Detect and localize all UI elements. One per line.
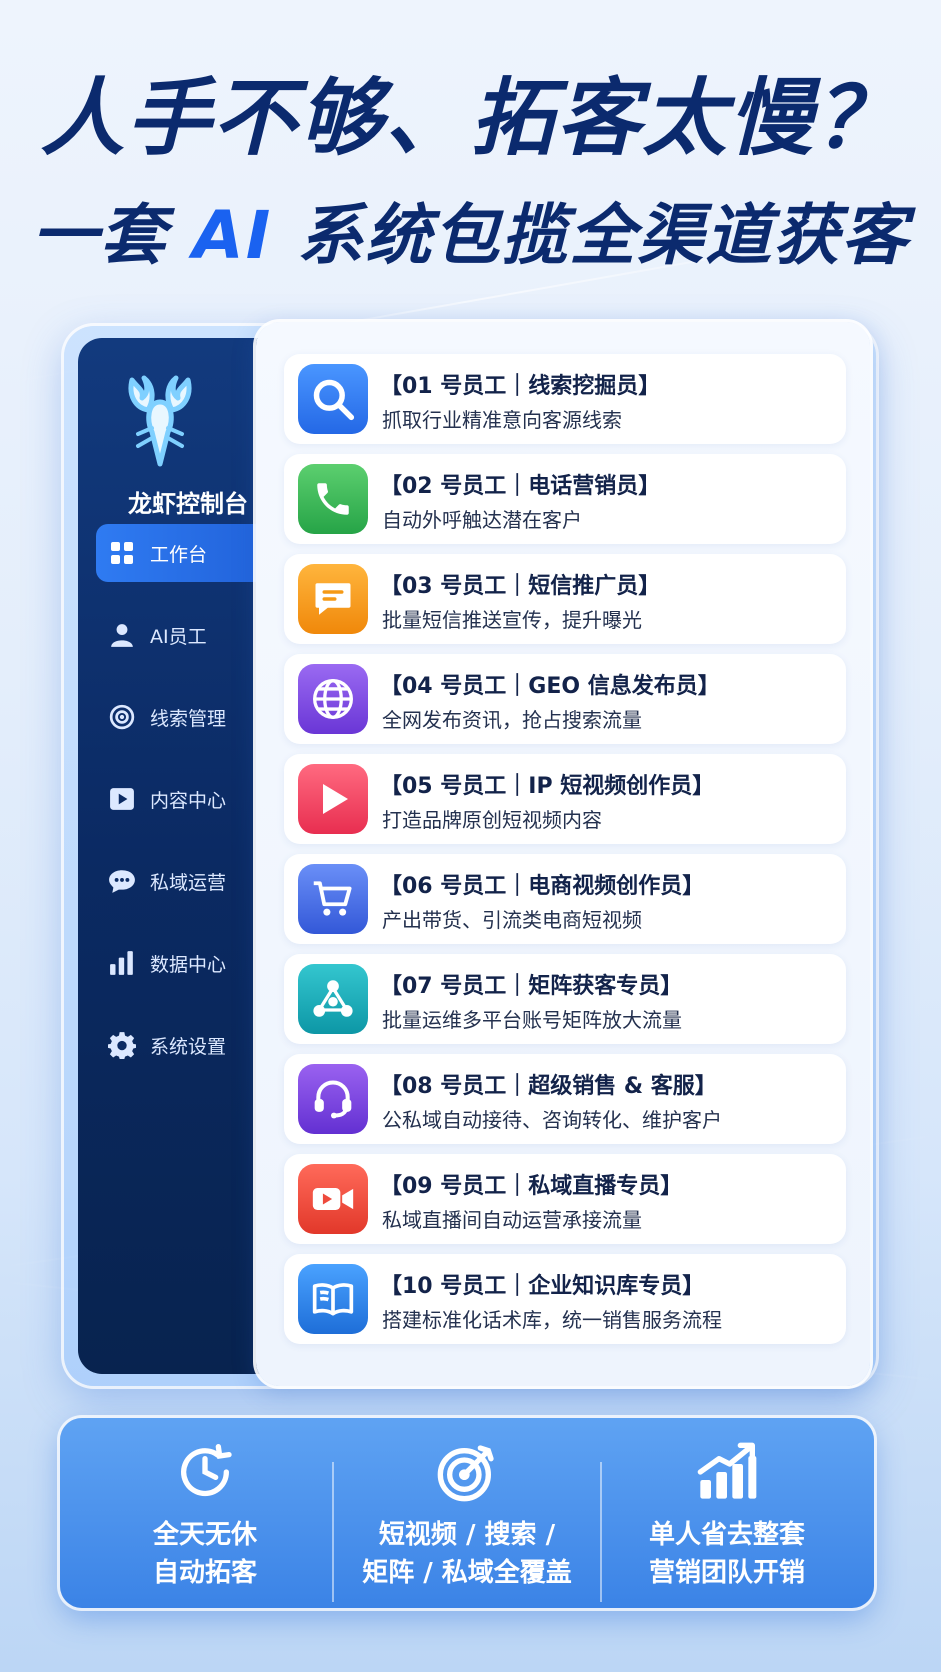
feature-line: 全天无休: [152, 1520, 257, 1550]
headset-icon: [298, 1064, 368, 1134]
headline-main: 人手不够、拓客太慢？: [40, 69, 901, 167]
employee-title: 【10 号员工｜企业知识库专员】: [380, 1274, 705, 1299]
employee-title: 【09 号员工｜私域直播专员】: [380, 1174, 683, 1199]
sidebar-item-label: 工作台: [150, 543, 208, 566]
feature-line: 矩阵 / 私域全覆盖: [362, 1558, 572, 1588]
feature-line: 短视频 / 搜索 /: [378, 1520, 556, 1550]
grid-icon: [108, 539, 136, 567]
employee-title: 【04 号员工｜GEO 信息发布员】: [380, 674, 720, 699]
employee-desc: 私域直播间自动运营承接流量: [382, 1208, 642, 1232]
feature-line: 自动拓客: [152, 1558, 257, 1588]
employee-title: 【05 号员工｜IP 短视频创作员】: [380, 774, 715, 799]
employee-card[interactable]: 【01 号员工｜线索挖掘员】 抓取行业精准意向客源线索: [284, 354, 846, 444]
employee-desc: 公私域自动接待、咨询转化、维护客户: [382, 1108, 722, 1132]
cart-icon: [298, 864, 368, 934]
search-icon: [298, 364, 368, 434]
employee-card[interactable]: 【05 号员工｜IP 短视频创作员】 打造品牌原创短视频内容: [284, 754, 846, 844]
sidebar-item-label: 私域运营: [150, 871, 227, 894]
employee-card[interactable]: 【10 号员工｜企业知识库专员】 搭建标准化话术库，统一销售服务流程: [284, 1254, 846, 1344]
lobster-logo-icon: [128, 375, 192, 467]
employee-desc: 抓取行业精准意向客源线索: [382, 408, 622, 432]
employee-card[interactable]: 【06 号员工｜电商视频创作员】 产出带货、引流类电商短视频: [284, 854, 846, 944]
book-icon: [298, 1264, 368, 1334]
phone-icon: [298, 464, 368, 534]
employee-desc: 自动外呼触达潜在客户: [382, 508, 582, 532]
feature-item: 短视频 / 搜索 / 矩阵 / 私域全覆盖: [342, 1440, 592, 1592]
employee-card[interactable]: 【04 号员工｜GEO 信息发布员】 全网发布资讯，抢占搜索流量: [284, 654, 846, 744]
sidebar-item-label: 内容中心: [150, 789, 227, 812]
employee-title: 【02 号员工｜电话营销员】: [380, 474, 661, 499]
divider: [332, 1462, 334, 1602]
employee-desc: 全网发布资讯，抢占搜索流量: [382, 708, 642, 732]
video-icon: [298, 1164, 368, 1234]
gear-icon: [108, 1031, 136, 1059]
sidebar-item-label: 数据中心: [150, 953, 227, 976]
feature-line: 单人省去整套: [648, 1520, 805, 1550]
employee-desc: 批量短信推送宣传，提升曝光: [382, 608, 642, 632]
headline-ai-highlight: AI: [192, 197, 273, 274]
employee-title: 【01 号员工｜线索挖掘员】: [380, 374, 661, 399]
employee-title: 【03 号员工｜短信推广员】: [380, 574, 661, 599]
feature-item: 单人省去整套 营销团队开销: [602, 1440, 852, 1592]
clock-icon: [80, 1440, 330, 1504]
network-icon: [298, 964, 368, 1034]
employee-title: 【06 号员工｜电商视频创作员】: [380, 874, 705, 899]
employee-title: 【07 号员工｜矩阵获客专员】: [380, 974, 683, 999]
feature-line: 营销团队开销: [648, 1558, 805, 1588]
employee-desc: 打造品牌原创短视频内容: [382, 808, 602, 832]
growth-chart-icon: [602, 1440, 852, 1504]
target-icon: [108, 703, 136, 731]
feature-item: 全天无休 自动拓客: [80, 1440, 330, 1592]
employee-card[interactable]: 【03 号员工｜短信推广员】 批量短信推送宣传，提升曝光: [284, 554, 846, 644]
headline-sub-pre: 一套: [31, 197, 193, 274]
message-icon: [298, 564, 368, 634]
bar-chart-icon: [108, 949, 136, 977]
employee-card[interactable]: 【08 号员工｜超级销售 & 客服】 公私域自动接待、咨询转化、维护客户: [284, 1054, 846, 1144]
play-icon: [298, 764, 368, 834]
employee-desc: 产出带货、引流类电商短视频: [382, 908, 642, 932]
sidebar-item-label: 系统设置: [150, 1035, 227, 1058]
sidebar-item-label: 线索管理: [150, 707, 227, 730]
employee-title: 【08 号员工｜超级销售 & 客服】: [380, 1074, 717, 1099]
employee-card[interactable]: 【02 号员工｜电话营销员】 自动外呼触达潜在客户: [284, 454, 846, 544]
headline-sub-post: 系统包揽全渠道获客: [272, 197, 910, 274]
employee-desc: 批量运维多平台账号矩阵放大流量: [382, 1008, 682, 1032]
play-icon: [108, 785, 136, 813]
employee-card[interactable]: 【09 号员工｜私域直播专员】 私域直播间自动运营承接流量: [284, 1154, 846, 1244]
person-icon: [108, 621, 136, 649]
headline-sub: 一套 AI 系统包揽全渠道获客: [0, 196, 941, 276]
globe-icon: [298, 664, 368, 734]
employee-card[interactable]: 【07 号员工｜矩阵获客专员】 批量运维多平台账号矩阵放大流量: [284, 954, 846, 1044]
sidebar-item-label: AI员工: [150, 625, 207, 648]
target-icon: [342, 1440, 592, 1504]
chat-icon: [108, 867, 136, 895]
employee-desc: 搭建标准化话术库，统一销售服务流程: [382, 1308, 722, 1332]
